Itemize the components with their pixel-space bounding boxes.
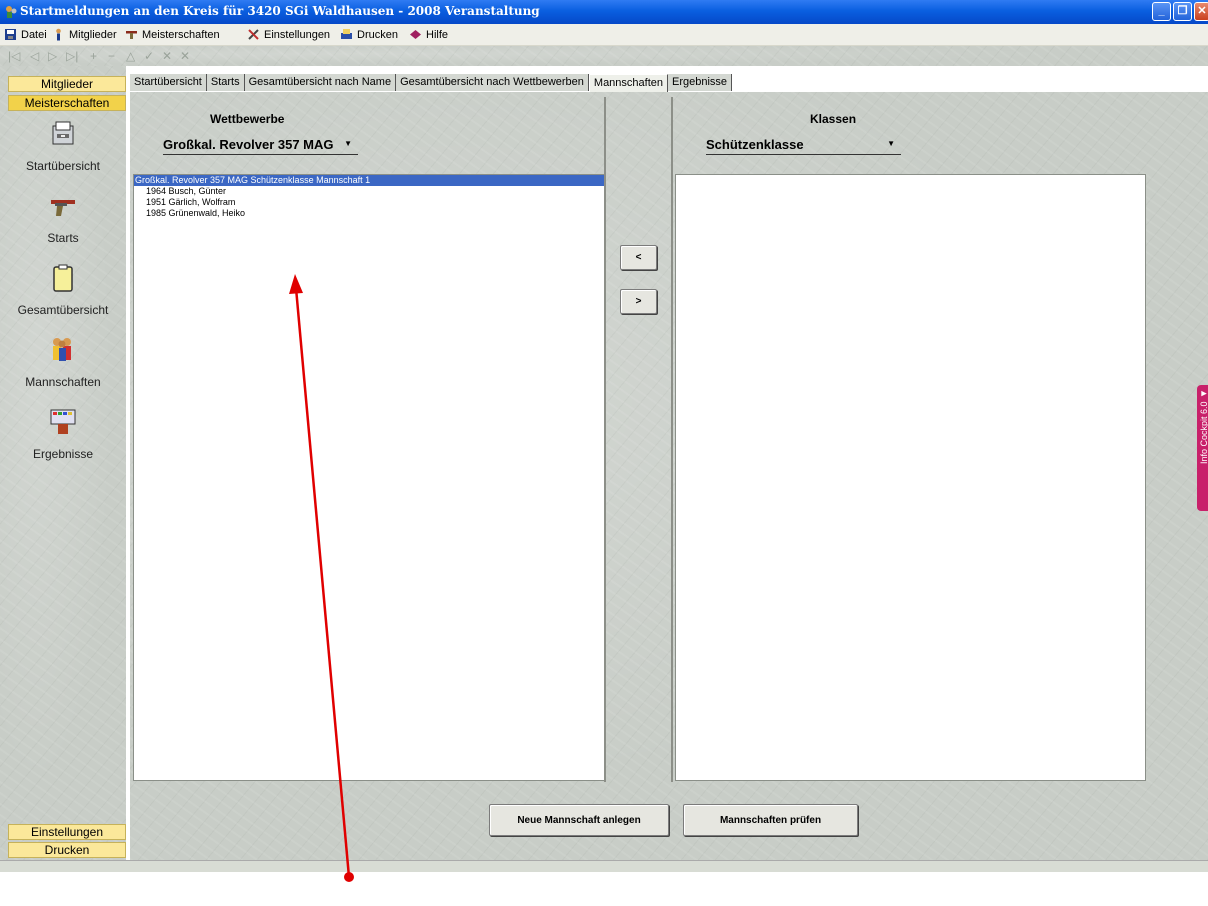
status-bar <box>0 860 1208 872</box>
menu-datei[interactable]: Datei <box>4 27 47 42</box>
pistol-icon <box>51 200 75 216</box>
sidebar-item-label: Startübersicht <box>25 159 101 173</box>
info-cockpit-tab[interactable]: Info Cockpit 6.0 ◄ <box>1197 385 1208 511</box>
team-member-row[interactable]: 1964 Busch, Günter <box>134 186 605 197</box>
prev-record-icon[interactable]: ◁ <box>30 49 39 63</box>
tab-ergebnisse[interactable]: Ergebnisse <box>668 74 733 91</box>
tab-startuebersicht[interactable]: Startübersicht <box>130 74 207 91</box>
minimize-icon: _ <box>1158 5 1165 17</box>
menu-mitglieder[interactable]: Mitglieder <box>52 27 117 42</box>
close-button[interactable]: ✕ <box>1194 2 1208 21</box>
maximize-button[interactable]: ❐ <box>1173 2 1192 21</box>
menu-bar: Datei Mitglieder Meisterschaften Einstel… <box>0 24 1208 46</box>
sidebar: Mitglieder Meisterschaften Startübersich… <box>0 66 126 860</box>
person-icon <box>56 28 61 41</box>
menu-mitglieder-label: Mitglieder <box>69 28 117 41</box>
sidebar-item-label: Mannschaften <box>25 375 101 389</box>
restore-icon: ❐ <box>1177 5 1188 17</box>
menu-hilfe-label: Hilfe <box>426 28 449 41</box>
sidebar-item-label: Ergebnisse <box>32 447 94 461</box>
delete-record-icon[interactable]: − <box>108 49 115 63</box>
menu-hilfe[interactable]: Hilfe <box>409 27 448 42</box>
sidebar-item-label: Gesamtübersicht <box>17 303 109 317</box>
app-icon <box>6 6 17 18</box>
move-right-button[interactable]: > <box>620 289 657 314</box>
sidebar-header-drucken[interactable]: Drucken <box>8 842 126 858</box>
menu-datei-label: Datei <box>21 28 47 41</box>
menu-meisterschaften[interactable]: Meisterschaften <box>125 27 220 42</box>
minimize-button[interactable]: _ <box>1152 2 1171 21</box>
sidebar-item-starts[interactable]: Starts <box>0 190 126 245</box>
sidebar-item-startuebersicht[interactable]: Startübersicht <box>0 118 126 173</box>
clipboard-icon <box>53 264 73 292</box>
window-title: Startmeldungen an den Kreis für 3420 SGi… <box>20 4 540 18</box>
pistol-icon <box>126 31 137 39</box>
klasse-select-value: Schützenklasse <box>706 137 804 152</box>
title-bar: Startmeldungen an den Kreis für 3420 SGi… <box>0 0 1208 24</box>
klasse-select[interactable]: Schützenklasse ▼ <box>706 137 901 155</box>
scoreboard-icon <box>50 409 76 434</box>
menu-meisterschaften-label: Meisterschaften <box>142 28 220 41</box>
menu-drucken-label: Drucken <box>357 28 398 41</box>
sidebar-item-mannschaften[interactable]: Mannschaften <box>0 334 126 389</box>
edit-record-icon[interactable]: △ <box>126 49 135 63</box>
sidebar-header-einstellungen[interactable]: Einstellungen <box>8 824 126 840</box>
tab-gesamtuebersicht-name[interactable]: Gesamtübersicht nach Name <box>244 74 397 91</box>
menu-einstellungen[interactable]: Einstellungen <box>247 27 330 42</box>
sidebar-item-gesamtuebersicht[interactable]: Gesamtübersicht <box>0 262 126 317</box>
cancel-record-icon[interactable]: ✕ <box>162 49 172 63</box>
team-people-icon <box>53 338 71 361</box>
tools-icon <box>248 29 259 40</box>
panel-divider <box>671 97 673 782</box>
sidebar-header-mitglieder[interactable]: Mitglieder <box>8 76 126 92</box>
new-team-button[interactable]: Neue Mannschaft anlegen <box>489 804 669 836</box>
help-book-icon <box>410 30 421 39</box>
next-record-icon[interactable]: ▷ <box>48 49 57 63</box>
add-record-icon[interactable]: + <box>90 49 97 63</box>
info-cockpit-label: Info Cockpit 6.0 ◄ <box>1199 389 1208 465</box>
chevron-down-icon: ▼ <box>887 139 895 148</box>
team-row[interactable]: Großkal. Revolver 357 MAG Schützenklasse… <box>134 175 605 186</box>
tab-starts[interactable]: Starts <box>206 74 245 91</box>
chevron-down-icon: ▼ <box>344 139 352 148</box>
wettbewerb-select[interactable]: Großkal. Revolver 357 MAG ▼ <box>163 137 358 155</box>
sidebar-item-label: Starts <box>47 231 79 245</box>
mannschaften-panel: Wettbewerbe Großkal. Revolver 357 MAG ▼ … <box>130 92 1208 860</box>
team-member-row[interactable]: 1985 Grünenwald, Heiko <box>134 208 605 219</box>
class-list[interactable] <box>675 174 1146 781</box>
wettbewerbe-title: Wettbewerbe <box>210 112 285 126</box>
wettbewerb-select-value: Großkal. Revolver 357 MAG <box>163 137 334 152</box>
move-left-button[interactable]: < <box>620 245 657 270</box>
first-record-icon[interactable]: |◁ <box>8 49 20 63</box>
tab-mannschaften[interactable]: Mannschaften <box>588 74 669 92</box>
tab-gesamtuebersicht-wettbewerbe[interactable]: Gesamtübersicht nach Wettbewerben <box>396 74 589 91</box>
last-record-icon[interactable]: ▷| <box>66 49 78 63</box>
sidebar-header-meisterschaften[interactable]: Meisterschaften <box>8 95 126 111</box>
annotation-dot <box>344 872 354 882</box>
klassen-title: Klassen <box>810 112 857 126</box>
tab-strip: Startübersicht Starts Gesamtübersicht na… <box>130 74 733 92</box>
close-icon: ✕ <box>1197 5 1207 17</box>
refresh-record-icon[interactable]: ✕ <box>180 49 190 63</box>
navigation-toolbar: |◁ ◁ ▷ ▷| + − △ ✓ ✕ ✕ <box>0 46 1208 66</box>
team-list[interactable]: Großkal. Revolver 357 MAG Schützenklasse… <box>133 174 606 781</box>
panel-divider <box>604 97 606 782</box>
menu-einstellungen-label: Einstellungen <box>264 28 331 41</box>
menu-drucken[interactable]: Drucken <box>340 27 398 42</box>
team-member-row[interactable]: 1951 Gärlich, Wolfram <box>134 197 605 208</box>
sidebar-item-ergebnisse[interactable]: Ergebnisse <box>0 406 126 461</box>
save-disk-icon <box>5 29 16 40</box>
printer-icon <box>341 29 352 39</box>
save-record-icon[interactable]: ✓ <box>144 49 154 63</box>
file-drawer-icon <box>52 121 74 145</box>
check-teams-button[interactable]: Mannschaften prüfen <box>683 804 858 836</box>
